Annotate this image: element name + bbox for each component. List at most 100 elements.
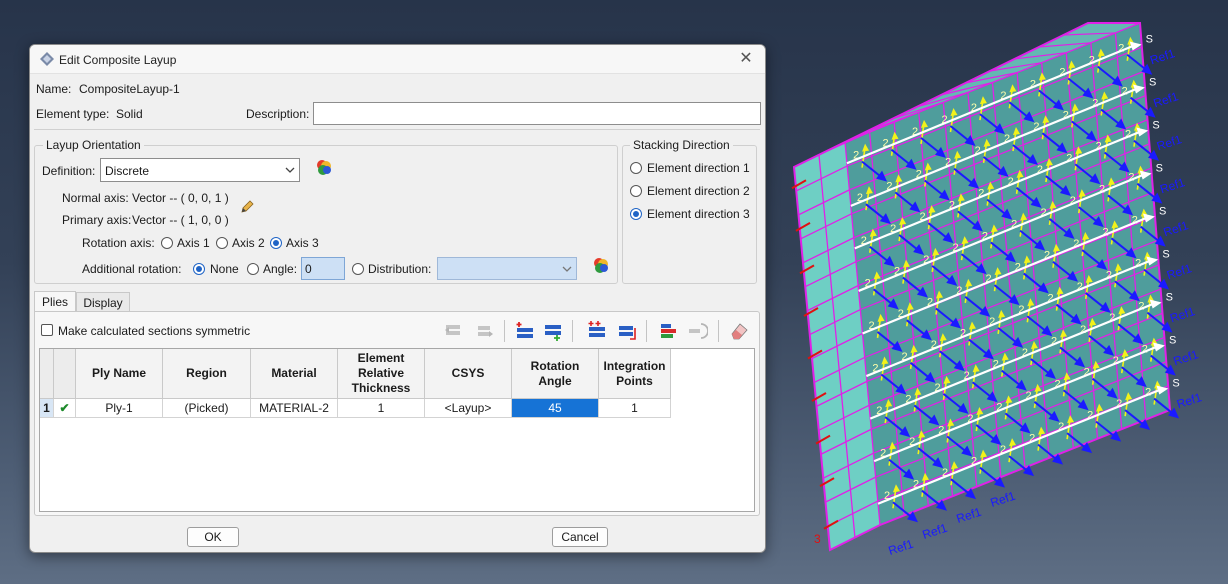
name-value: CompositeLayup-1: [79, 82, 180, 96]
element-type-value: Solid: [116, 107, 143, 121]
s-label: S: [1166, 292, 1173, 304]
s-label: S: [1146, 34, 1153, 46]
ref1-label: Ref1: [955, 505, 984, 526]
axis-3-label: Axis 3: [286, 236, 319, 250]
toolbar-separator: [504, 320, 505, 342]
radio-rotation-distribution[interactable]: [352, 263, 364, 275]
radio-rotation-angle[interactable]: [247, 263, 259, 275]
ref1-label: Ref1: [1168, 304, 1197, 325]
ply-stack-plot-icon[interactable]: [658, 320, 680, 342]
s-label: S: [1152, 120, 1159, 132]
definition-select[interactable]: Discrete: [100, 158, 300, 182]
header-integration-points[interactable]: Integration Points: [599, 349, 671, 399]
axis-3-label: 3: [814, 532, 821, 546]
close-icon[interactable]: ✕: [735, 48, 757, 70]
radio-element-direction-1[interactable]: [630, 162, 642, 174]
element-direction-3-label: Element direction 3: [647, 207, 750, 221]
header-rotation-angle[interactable]: Rotation Angle: [512, 349, 599, 399]
symmetric-label: Make calculated sections symmetric: [58, 324, 251, 338]
element-type-label: Element type:: [36, 107, 110, 121]
radio-element-direction-3[interactable]: [630, 208, 642, 220]
radio-axis-3[interactable]: [270, 237, 282, 249]
title-bar[interactable]: Edit Composite Layup ✕: [30, 45, 765, 74]
distribution-picker-icon[interactable]: [592, 256, 610, 274]
distribution-select[interactable]: [437, 257, 577, 280]
ref1-label: Ref1: [1175, 390, 1204, 411]
primary-axis-label: Primary axis:: [62, 213, 132, 227]
radio-rotation-none[interactable]: [193, 263, 205, 275]
cell-integration-points[interactable]: 1: [599, 399, 671, 418]
add-ply-below-icon[interactable]: [542, 320, 564, 342]
header-material[interactable]: Material: [251, 349, 338, 399]
radio-axis-1[interactable]: [161, 237, 173, 249]
copy-ply-icon[interactable]: [586, 320, 608, 342]
description-input[interactable]: [313, 102, 761, 125]
ref1-label: Ref1: [1172, 347, 1201, 368]
toolbar-separator: [718, 320, 719, 342]
symmetric-checkbox[interactable]: [41, 324, 53, 336]
insert-row-before-icon[interactable]: [442, 320, 464, 342]
cancel-button[interactable]: Cancel: [552, 527, 608, 547]
dialog-title: Edit Composite Layup: [59, 53, 177, 67]
name-label: Name:: [36, 82, 72, 96]
tab-plies[interactable]: Plies: [34, 291, 76, 312]
rotate-ply-icon[interactable]: [686, 320, 708, 342]
tab-display[interactable]: Display: [76, 292, 130, 313]
description-label: Description:: [246, 107, 310, 121]
normal-axis-value: Vector -- ( 0, 0, 1 ): [132, 191, 229, 205]
stacking-direction-title: Stacking Direction: [630, 138, 733, 152]
cell-ply-name[interactable]: Ply-1: [76, 399, 163, 418]
distribution-label: Distribution:: [368, 262, 432, 276]
ref1-label: Ref1: [1162, 218, 1191, 239]
row-index-header: [40, 349, 54, 399]
ref1-label: Ref1: [989, 489, 1018, 510]
angle-label: Angle:: [263, 262, 298, 276]
cell-csys[interactable]: <Layup>: [425, 399, 512, 418]
eraser-icon[interactable]: [728, 320, 750, 342]
toolbar-separator: [572, 320, 573, 342]
radio-element-direction-2[interactable]: [630, 185, 642, 197]
toolbar-separator: [646, 320, 647, 342]
add-ply-above-icon[interactable]: [514, 320, 536, 342]
viewport-mesh-model[interactable]: 2222222222SRef12222222222SRef12222222222…: [770, 10, 1220, 580]
element-direction-1-label: Element direction 1: [647, 161, 750, 175]
csys-picker-icon[interactable]: [315, 158, 333, 176]
primary-axis-value: Vector -- ( 1, 0, 0 ): [132, 213, 229, 227]
cell-rotation-angle[interactable]: 45: [512, 399, 599, 418]
pencil-icon[interactable]: [239, 199, 255, 215]
s-label: S: [1169, 335, 1176, 347]
ref1-label: Ref1: [887, 537, 916, 558]
ref1-label: Ref1: [1155, 132, 1184, 153]
axis-1-label: Axis 1: [177, 236, 210, 250]
cell-region[interactable]: (Picked): [163, 399, 251, 418]
header-ply-name[interactable]: Ply Name: [76, 349, 163, 399]
header-csys[interactable]: CSYS: [425, 349, 512, 399]
header-region[interactable]: Region: [163, 349, 251, 399]
none-label: None: [210, 262, 239, 276]
chevron-down-icon: [285, 167, 295, 173]
edit-composite-layup-dialog: Edit Composite Layup ✕ Name: CompositeLa…: [29, 44, 766, 553]
cell-material[interactable]: MATERIAL-2: [251, 399, 338, 418]
element-direction-2-label: Element direction 2: [647, 184, 750, 198]
cell-thickness[interactable]: 1: [338, 399, 425, 418]
angle-value: 0: [305, 262, 312, 276]
ok-button[interactable]: OK: [187, 527, 239, 547]
plies-table: Ply Name Region Material Element Relativ…: [39, 348, 755, 512]
insert-row-after-icon[interactable]: [474, 320, 496, 342]
additional-rotation-label: Additional rotation:: [82, 262, 182, 276]
chevron-down-icon: [562, 266, 572, 272]
ref1-label: Ref1: [921, 521, 950, 542]
definition-value: Discrete: [105, 164, 150, 178]
s-label: S: [1159, 206, 1166, 218]
row-index[interactable]: 1: [40, 399, 54, 418]
axis-2-label: Axis 2: [232, 236, 265, 250]
row-status-check-icon: ✔: [54, 399, 76, 418]
header-element-relative-thickness[interactable]: Element Relative Thickness: [338, 349, 425, 399]
ref1-label: Ref1: [1152, 89, 1181, 110]
s-label: S: [1149, 77, 1156, 89]
angle-input[interactable]: 0: [301, 257, 345, 280]
s-label: S: [1156, 163, 1163, 175]
separator: [34, 129, 760, 130]
radio-axis-2[interactable]: [216, 237, 228, 249]
paste-ply-icon[interactable]: [616, 320, 638, 342]
